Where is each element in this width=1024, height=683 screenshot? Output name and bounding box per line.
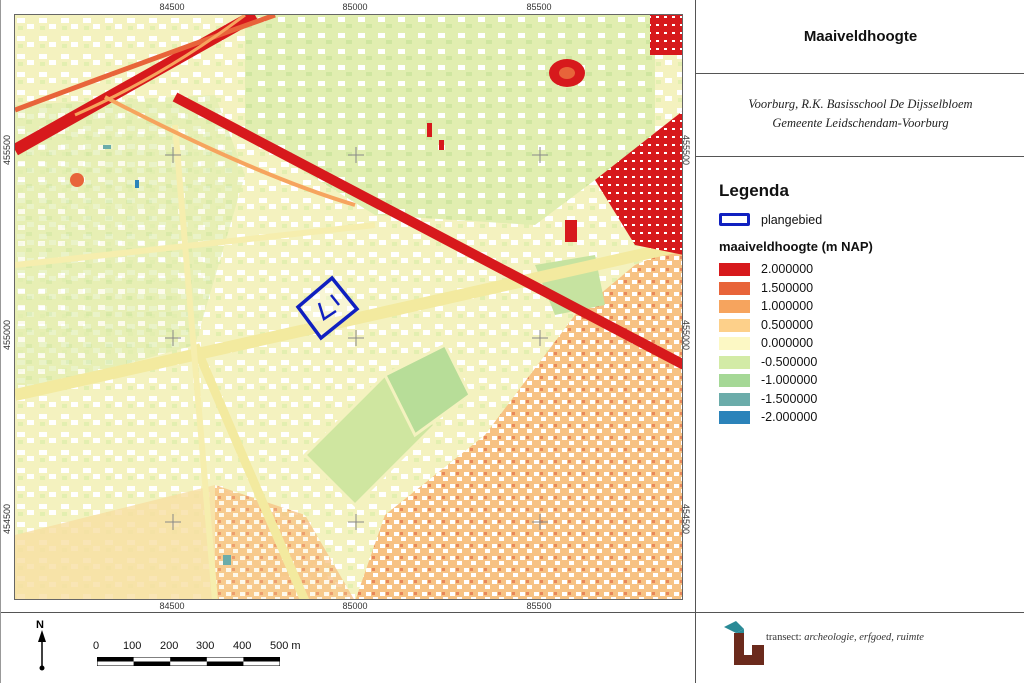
frame-divider-bottom [0,612,1024,613]
legend-swatch [719,318,750,332]
logo-tagline: archeologie, erfgoed, ruimte [804,632,924,643]
legend-swatch [719,263,750,276]
scale-bar [97,657,280,666]
y-tick-left-3: 454500 [2,503,12,535]
legend-label: 1.500000 [761,280,814,295]
y-tick-left-2: 455000 [2,319,12,351]
elevation-map-graphic [15,15,682,599]
legend-label: 0.000000 [761,336,814,350]
frame-left-border [0,0,1,683]
scale-label-300: 300 [196,640,215,652]
height-legend-title: maaiveldhoogte (m NAP) [719,239,873,254]
x-tick-bottom-2: 85000 [342,601,368,611]
x-tick-top-1: 84500 [159,2,185,12]
legend-swatch [719,374,750,387]
frame-divider-vertical [695,0,696,683]
scale-label-0: 0 [93,640,100,652]
frame-divider-title [696,73,1024,74]
x-tick-bottom-3: 85500 [526,601,552,611]
legend-swatch [719,281,750,295]
y-tick-left-1: 455500 [2,134,12,166]
logo-text: transect: archeologie, erfgoed, ruimte [766,632,924,643]
map-title: Maaiveldhoogte [803,28,918,45]
legend-label: -1.500000 [761,391,818,406]
legend-label: 0.500000 [761,317,814,332]
x-tick-top-3: 85500 [526,2,552,12]
legend-swatch [719,411,750,424]
legend-swatch [719,300,750,313]
legend-label: -2.000000 [761,410,818,424]
legend-label: -0.500000 [761,354,818,369]
map-subtitle-line2: Gemeente Leidschendam-Voorburg [772,116,949,130]
legend-label: 2.000000 [761,262,814,276]
scale-label-500: 500 m [270,640,301,652]
map-subtitle-line1: Voorburg, R.K. Basisschool De Dijsselblo… [748,97,973,111]
scale-label-100: 100 [123,640,142,652]
north-label: N [36,619,44,631]
legend-swatch [719,392,750,406]
legend-swatch [719,355,750,369]
legend-swatch [719,337,750,350]
plan-area-swatch [719,213,750,226]
legend-label: 1.000000 [761,299,814,313]
frame-divider-subtitle [696,156,1024,157]
x-tick-bottom-1: 84500 [159,601,185,611]
scale-label-200: 200 [160,640,179,652]
x-tick-top-2: 85000 [342,2,368,12]
legend-title: Legenda [719,181,789,200]
elevation-map[interactable] [14,14,683,600]
scale-label-400: 400 [233,640,252,652]
plan-area-label: plangebied [761,213,823,227]
logo-brand: transect: [766,632,802,643]
legend-label: -1.000000 [761,373,818,387]
transect-logo-icon [724,621,764,665]
